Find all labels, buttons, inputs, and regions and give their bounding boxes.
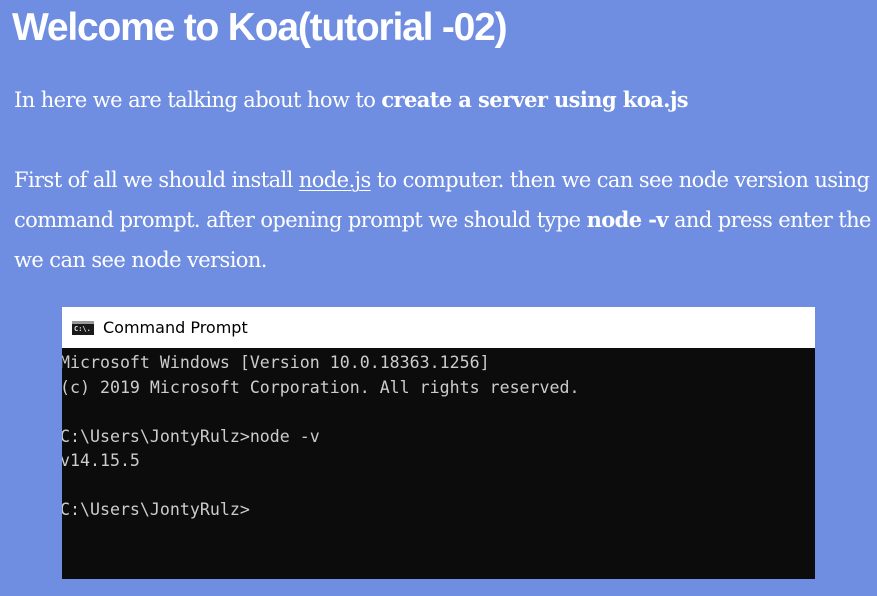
terminal-line: C:\Users\JontyRulz>node -v [62, 426, 320, 446]
terminal-line: (c) 2019 Microsoft Corporation. All righ… [62, 377, 580, 397]
terminal-line: Microsoft Windows [Version 10.0.18363.12… [62, 353, 490, 372]
intro-paragraph: In here we are talking about how to crea… [14, 80, 872, 120]
nodejs-link[interactable]: node.js [299, 168, 371, 192]
terminal-line: v14.15.5 [62, 451, 140, 470]
cmd-icon-glyph: C:\. [74, 324, 91, 333]
command-prompt-title: Command Prompt [103, 318, 248, 337]
command-prompt-output: Microsoft Windows [Version 10.0.18363.12… [62, 348, 815, 579]
command-prompt-titlebar: C:\. Command Prompt [62, 307, 815, 348]
install-paragraph: First of all we should install node.js t… [14, 160, 872, 280]
intro-text: In here we are talking about how to [14, 88, 382, 112]
command-prompt-screenshot: C:\. Command Prompt Microsoft Windows [V… [62, 307, 815, 579]
node-v-command: node -v [586, 207, 669, 232]
install-text-1: First of all we should install [14, 168, 299, 192]
terminal-line: C:\Users\JontyRulz> [62, 500, 250, 519]
cmd-icon: C:\. [72, 320, 94, 335]
article: Welcome to Koa(tutorial -02) In here we … [0, 0, 877, 596]
intro-bold-text: create a server using koa.js [381, 87, 689, 112]
article-title: Welcome to Koa(tutorial -02) [12, 6, 508, 49]
